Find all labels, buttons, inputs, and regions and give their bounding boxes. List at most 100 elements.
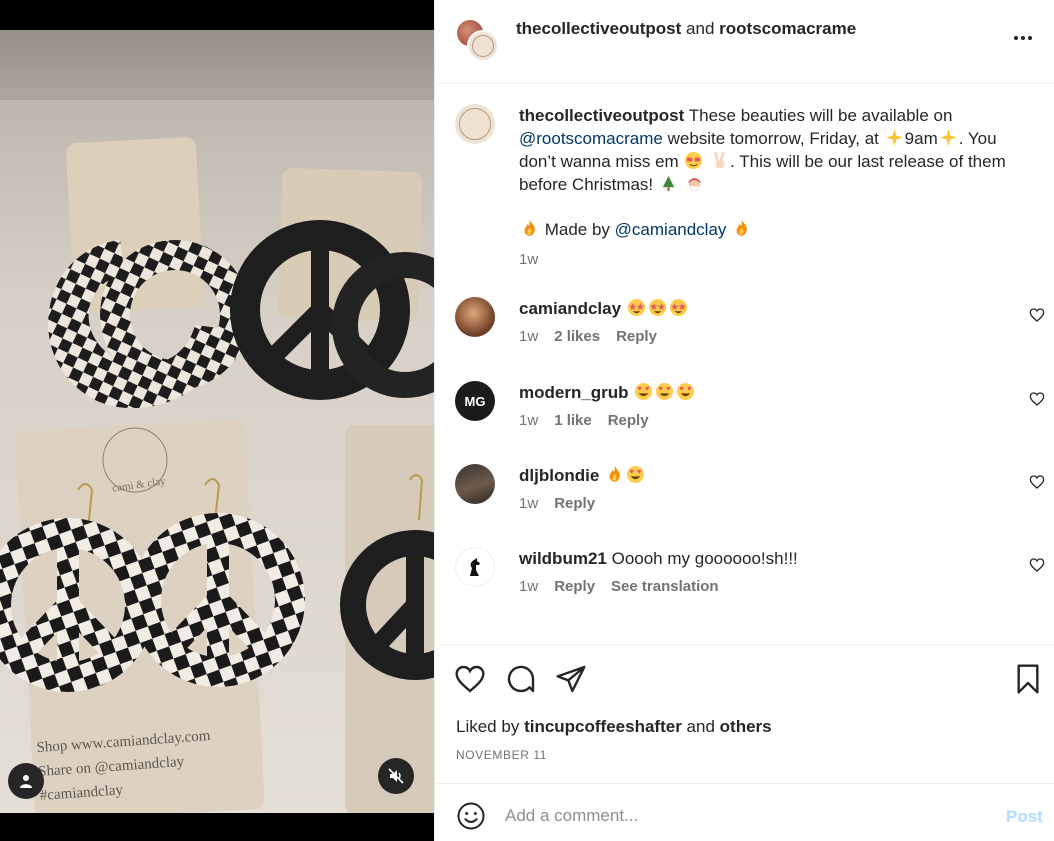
- fire-icon: [609, 465, 620, 482]
- comment-meta: 1w Reply See translation: [519, 578, 1029, 596]
- avatar[interactable]: [455, 104, 495, 144]
- liked-by: Liked by tincupcoffeeshafter and others: [456, 716, 772, 738]
- caption-timestamp[interactable]: 1w: [519, 251, 538, 269]
- mention-link[interactable]: @camiandclay: [615, 220, 727, 239]
- mention-link[interactable]: @rootscomacrame: [519, 129, 663, 148]
- like-comment-heart-icon[interactable]: [1029, 307, 1045, 323]
- comment-meta: 1w 2 likes Reply: [519, 328, 1029, 346]
- post-sidebar: thecollectiveoutpost and rootscomacrame …: [434, 0, 1054, 841]
- avatar[interactable]: [467, 30, 499, 62]
- comment-time[interactable]: 1w: [519, 412, 538, 430]
- caption-time: 9am: [904, 129, 938, 148]
- post-comment-button[interactable]: Post: [1006, 807, 1043, 827]
- caption: thecollectiveoutpost These beauties will…: [455, 104, 1045, 274]
- share-send-icon[interactable]: [555, 663, 587, 695]
- comment-bubble-icon[interactable]: [505, 663, 537, 695]
- comment-body: wildbum21 Ooooh my goooooo!sh!!! 1w Repl…: [519, 547, 1029, 596]
- comment-username[interactable]: wildbum21: [519, 549, 607, 568]
- comment-input[interactable]: [505, 802, 975, 830]
- avatar[interactable]: [455, 464, 495, 504]
- more-dot-icon: [1028, 36, 1032, 40]
- post-date[interactable]: NOVEMBER 11: [456, 748, 547, 762]
- caption-username[interactable]: thecollectiveoutpost: [519, 106, 684, 125]
- post-media[interactable]: Shop www.camiandclay.com Share on @camia…: [0, 0, 434, 841]
- liked-by-others-link[interactable]: others: [720, 717, 772, 736]
- reply-button[interactable]: Reply: [554, 578, 595, 596]
- fire-icon: [736, 219, 748, 236]
- more-options-button[interactable]: [1011, 28, 1035, 48]
- reply-button[interactable]: Reply: [608, 412, 649, 430]
- comment-item: camiandclay 1w 2 likes Reply: [455, 297, 1045, 367]
- caption-text: thecollectiveoutpost These beauties will…: [519, 104, 1029, 269]
- avatar[interactable]: [455, 297, 495, 337]
- comment-username[interactable]: dljblondie: [519, 466, 599, 485]
- like-comment-heart-icon[interactable]: [1029, 391, 1045, 407]
- emoji-picker-icon[interactable]: [456, 801, 486, 831]
- see-translation-button[interactable]: See translation: [611, 578, 719, 596]
- santa-icon: [687, 178, 701, 192]
- product-photo: [0, 30, 434, 813]
- comment-item: MG modern_grub 1w 1 like Reply: [455, 381, 1045, 451]
- post-authors: thecollectiveoutpost and rootscomacrame: [516, 19, 856, 39]
- made-by-label: Made by: [544, 220, 610, 239]
- heart-eyes-icon: [677, 382, 695, 401]
- collaborator-link[interactable]: rootscomacrame: [719, 19, 856, 38]
- liked-by-user-link[interactable]: tincupcoffeeshafter: [524, 717, 682, 736]
- comment-username[interactable]: camiandclay: [519, 299, 621, 318]
- comment-likes[interactable]: 2 likes: [554, 328, 600, 346]
- comment-body: dljblondie 1w Reply: [519, 464, 1029, 513]
- caption-text-a: These beauties will be available on: [688, 106, 953, 125]
- comment-item: wildbum21 Ooooh my goooooo!sh!!! 1w Repl…: [455, 547, 1045, 617]
- comment-text: Ooooh my goooooo!sh!!!: [611, 549, 798, 568]
- comment-time[interactable]: 1w: [519, 328, 538, 346]
- author-link[interactable]: thecollectiveoutpost: [516, 19, 681, 38]
- caption-made-by-line: Made by @camiandclay: [519, 218, 1029, 241]
- caption-meta: 1w: [519, 251, 1029, 269]
- comment-composer: Post: [435, 783, 1054, 841]
- reply-button[interactable]: Reply: [554, 495, 595, 513]
- video-frame[interactable]: Shop www.camiandclay.com Share on @camia…: [0, 30, 434, 813]
- like-heart-icon[interactable]: [454, 663, 486, 695]
- heart-eyes-icon: [626, 465, 645, 484]
- caption-text-b: website tomorrow, Friday, at: [667, 129, 879, 148]
- more-dot-icon: [1021, 36, 1025, 40]
- mute-button[interactable]: [378, 758, 414, 794]
- tagged-users-button[interactable]: [8, 763, 44, 799]
- speaker-muted-icon: [388, 768, 404, 784]
- horse-logo-icon: [470, 558, 480, 576]
- comment-body: camiandclay 1w 2 likes Reply: [519, 297, 1029, 346]
- victory-hand-icon: [714, 151, 725, 169]
- like-comment-heart-icon[interactable]: [1029, 557, 1045, 573]
- comments-section[interactable]: thecollectiveoutpost These beauties will…: [435, 84, 1054, 644]
- comment-body: modern_grub 1w 1 like Reply: [519, 381, 1029, 430]
- collab-avatars[interactable]: [455, 18, 499, 62]
- avatar[interactable]: [455, 547, 495, 587]
- post-header: thecollectiveoutpost and rootscomacrame: [435, 0, 1054, 84]
- christmas-tree-icon: [662, 175, 675, 192]
- like-comment-heart-icon[interactable]: [1029, 474, 1045, 490]
- avatar-initials: MG: [464, 393, 486, 409]
- comment-time[interactable]: 1w: [519, 578, 538, 596]
- heart-eyes-icon: [635, 382, 653, 401]
- comment-time[interactable]: 1w: [519, 495, 538, 513]
- more-dot-icon: [1014, 36, 1018, 40]
- comment-likes[interactable]: 1 like: [554, 412, 592, 430]
- sparkles-icon: [939, 128, 957, 147]
- comment-item: dljblondie 1w Reply: [455, 464, 1045, 534]
- author-connector: and: [686, 19, 715, 38]
- liked-by-and: and: [686, 717, 715, 736]
- comment-meta: 1w Reply: [519, 495, 1029, 513]
- star-struck-icon: [669, 298, 687, 317]
- avatar[interactable]: MG: [455, 381, 495, 421]
- person-icon: [20, 775, 32, 788]
- save-bookmark-icon[interactable]: [1012, 663, 1044, 695]
- star-struck-icon: [627, 298, 645, 317]
- sparkles-icon: [885, 128, 903, 147]
- comment-username[interactable]: modern_grub: [519, 383, 629, 402]
- reply-button[interactable]: Reply: [616, 328, 657, 346]
- sunglasses-face-icon: [685, 151, 703, 170]
- card-caption: Shop www.camiandclay.com Share on @camia…: [36, 724, 215, 808]
- post-actions: Liked by tincupcoffeeshafter and others …: [435, 644, 1054, 784]
- fire-icon: [524, 219, 535, 236]
- star-struck-icon: [648, 298, 666, 317]
